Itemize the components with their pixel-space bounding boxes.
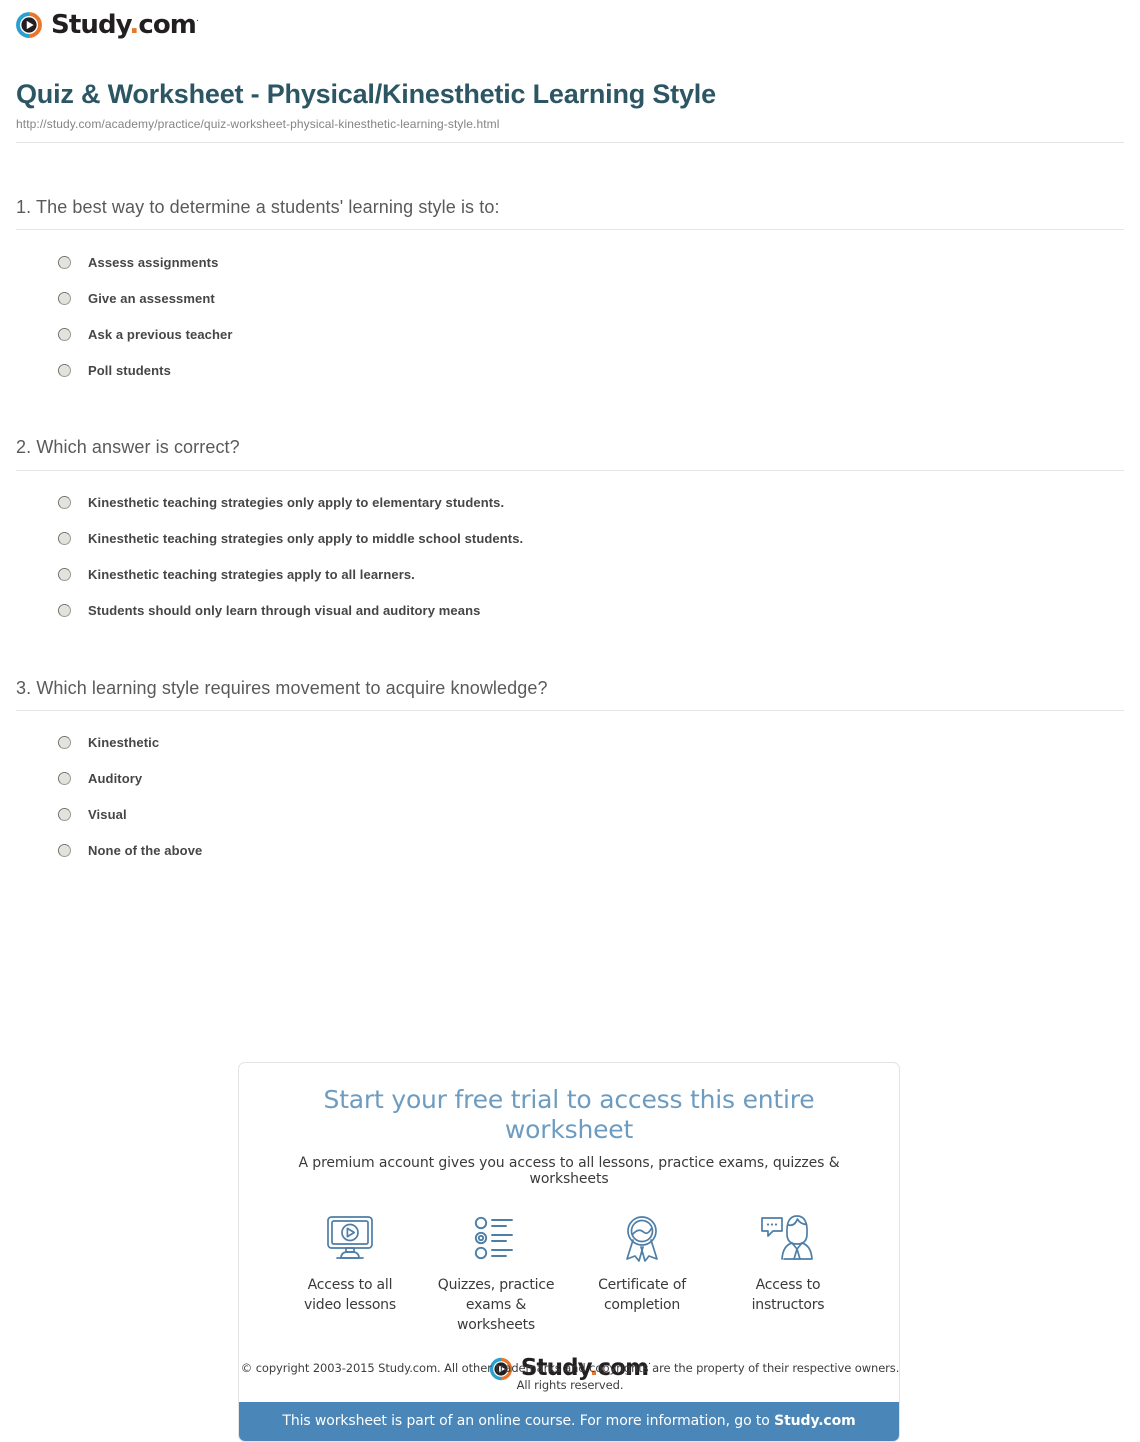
page-url: http://study.com/academy/practice/quiz-w…: [16, 117, 500, 132]
radio-button-icon[interactable]: [58, 363, 71, 377]
option-label: Visual: [88, 807, 127, 823]
option-row[interactable]: Kinesthetic teaching strategies apply to…: [16, 557, 1124, 593]
option-label: Assess assignments: [88, 254, 219, 270]
header-divider: [16, 141, 1124, 143]
play-circle-logo-icon: [16, 12, 42, 38]
option-row[interactable]: Give an assessment: [16, 280, 1124, 316]
question-text-3: 3. Which learning style requires movemen…: [16, 677, 548, 698]
radio-button-icon[interactable]: [58, 808, 71, 822]
study-com-logo-header[interactable]: Study.com·: [14, 10, 199, 40]
radio-button-icon[interactable]: [58, 844, 71, 858]
radio-button-icon[interactable]: [58, 291, 71, 305]
option-row[interactable]: Kinesthetic teaching strategies only app…: [16, 521, 1124, 557]
award-ribbon-icon: [575, 1209, 709, 1267]
option-label: Ask a previous teacher: [88, 326, 233, 342]
radio-button-icon[interactable]: [58, 736, 71, 750]
option-row[interactable]: Auditory: [16, 761, 1124, 797]
option-row[interactable]: Poll students: [16, 352, 1124, 388]
promo-banner-text: This worksheet is part of an online cour…: [282, 1412, 775, 1429]
option-row[interactable]: Visual: [16, 797, 1124, 833]
promo-title: Start your free trial to access this ent…: [323, 1085, 815, 1144]
option-row[interactable]: Kinesthetic teaching strategies only app…: [16, 485, 1124, 521]
feature-certificate: Certificate of completion: [569, 1209, 715, 1316]
instructor-chat-icon: [721, 1209, 855, 1267]
copyright-footer: © copyright 2003-2015 Study.com. All oth…: [0, 1360, 1140, 1393]
option-label: Kinesthetic: [88, 735, 160, 751]
feature-label: Access to all video lessons: [304, 1277, 396, 1313]
option-label: Kinesthetic teaching strategies only app…: [88, 530, 524, 546]
checklist-icon: [429, 1209, 563, 1267]
option-label: Students should only learn through visua…: [88, 602, 481, 618]
option-label: None of the above: [88, 843, 203, 859]
promo-banner[interactable]: This worksheet is part of an online cour…: [239, 1401, 899, 1441]
radio-button-icon[interactable]: [58, 255, 71, 269]
feature-video-lessons: Access to all video lessons: [277, 1209, 423, 1316]
promo-banner-link[interactable]: Study.com: [774, 1413, 856, 1429]
option-label: Give an assessment: [88, 290, 215, 306]
question-block-2: 2. Which answer is correct? Kinesthetic …: [16, 435, 1124, 628]
question-text-2: 2. Which answer is correct?: [16, 437, 240, 458]
promo-header: Start your free trial to access this ent…: [239, 1063, 899, 1187]
option-list-3: Kinesthetic Auditory Visual None of the …: [16, 711, 1124, 869]
option-list-2: Kinesthetic teaching strategies only app…: [16, 471, 1124, 629]
option-label: Poll students: [88, 362, 171, 378]
monitor-play-icon: [283, 1209, 417, 1267]
radio-button-icon[interactable]: [58, 772, 71, 786]
question-block-3: 3. Which learning style requires movemen…: [16, 676, 1124, 869]
copyright-line-1: © copyright 2003-2015 Study.com. All oth…: [240, 1361, 900, 1375]
feature-label: Quizzes, practice exams & worksheets: [437, 1277, 555, 1333]
radio-button-icon[interactable]: [58, 568, 71, 582]
option-row[interactable]: None of the above: [16, 833, 1124, 869]
worksheet-page: Study.com· Quiz & Worksheet - Physical/K…: [0, 0, 1140, 1442]
feature-quizzes-exams: Quizzes, practice exams & worksheets: [423, 1209, 569, 1336]
copyright-line-2: All rights reserved.: [516, 1377, 624, 1392]
option-row[interactable]: Ask a previous teacher: [16, 316, 1124, 352]
option-row[interactable]: Kinesthetic: [16, 725, 1124, 761]
option-row[interactable]: Students should only learn through visua…: [16, 593, 1124, 629]
promo-subtitle: A premium account gives you access to al…: [298, 1155, 840, 1187]
radio-button-icon[interactable]: [58, 604, 71, 618]
feature-label: Certificate of completion: [598, 1277, 686, 1313]
promo-feature-list: Access to all video lessons Quizzes, pra…: [239, 1187, 899, 1342]
option-list-1: Assess assignments Give an assessment As…: [16, 230, 1124, 388]
brand-wordmark: Study.com·: [51, 10, 199, 40]
radio-button-icon[interactable]: [58, 532, 71, 546]
radio-button-icon[interactable]: [58, 327, 71, 341]
page-title: Quiz & Worksheet - Physical/Kinesthetic …: [16, 79, 716, 109]
question-list: 1. The best way to determine a students'…: [16, 195, 1124, 916]
radio-button-icon[interactable]: [58, 496, 71, 510]
option-label: Kinesthetic teaching strategies only app…: [88, 494, 505, 510]
option-label: Auditory: [88, 771, 143, 787]
question-block-1: 1. The best way to determine a students'…: [16, 195, 1124, 388]
option-label: Kinesthetic teaching strategies apply to…: [88, 566, 415, 582]
option-row[interactable]: Assess assignments: [16, 244, 1124, 280]
feature-instructors: Access to instructors: [715, 1209, 861, 1316]
feature-label: Access to instructors: [751, 1277, 825, 1313]
worksheet-header: Quiz & Worksheet - Physical/Kinesthetic …: [16, 78, 1124, 143]
question-text-1: 1. The best way to determine a students'…: [16, 197, 500, 217]
